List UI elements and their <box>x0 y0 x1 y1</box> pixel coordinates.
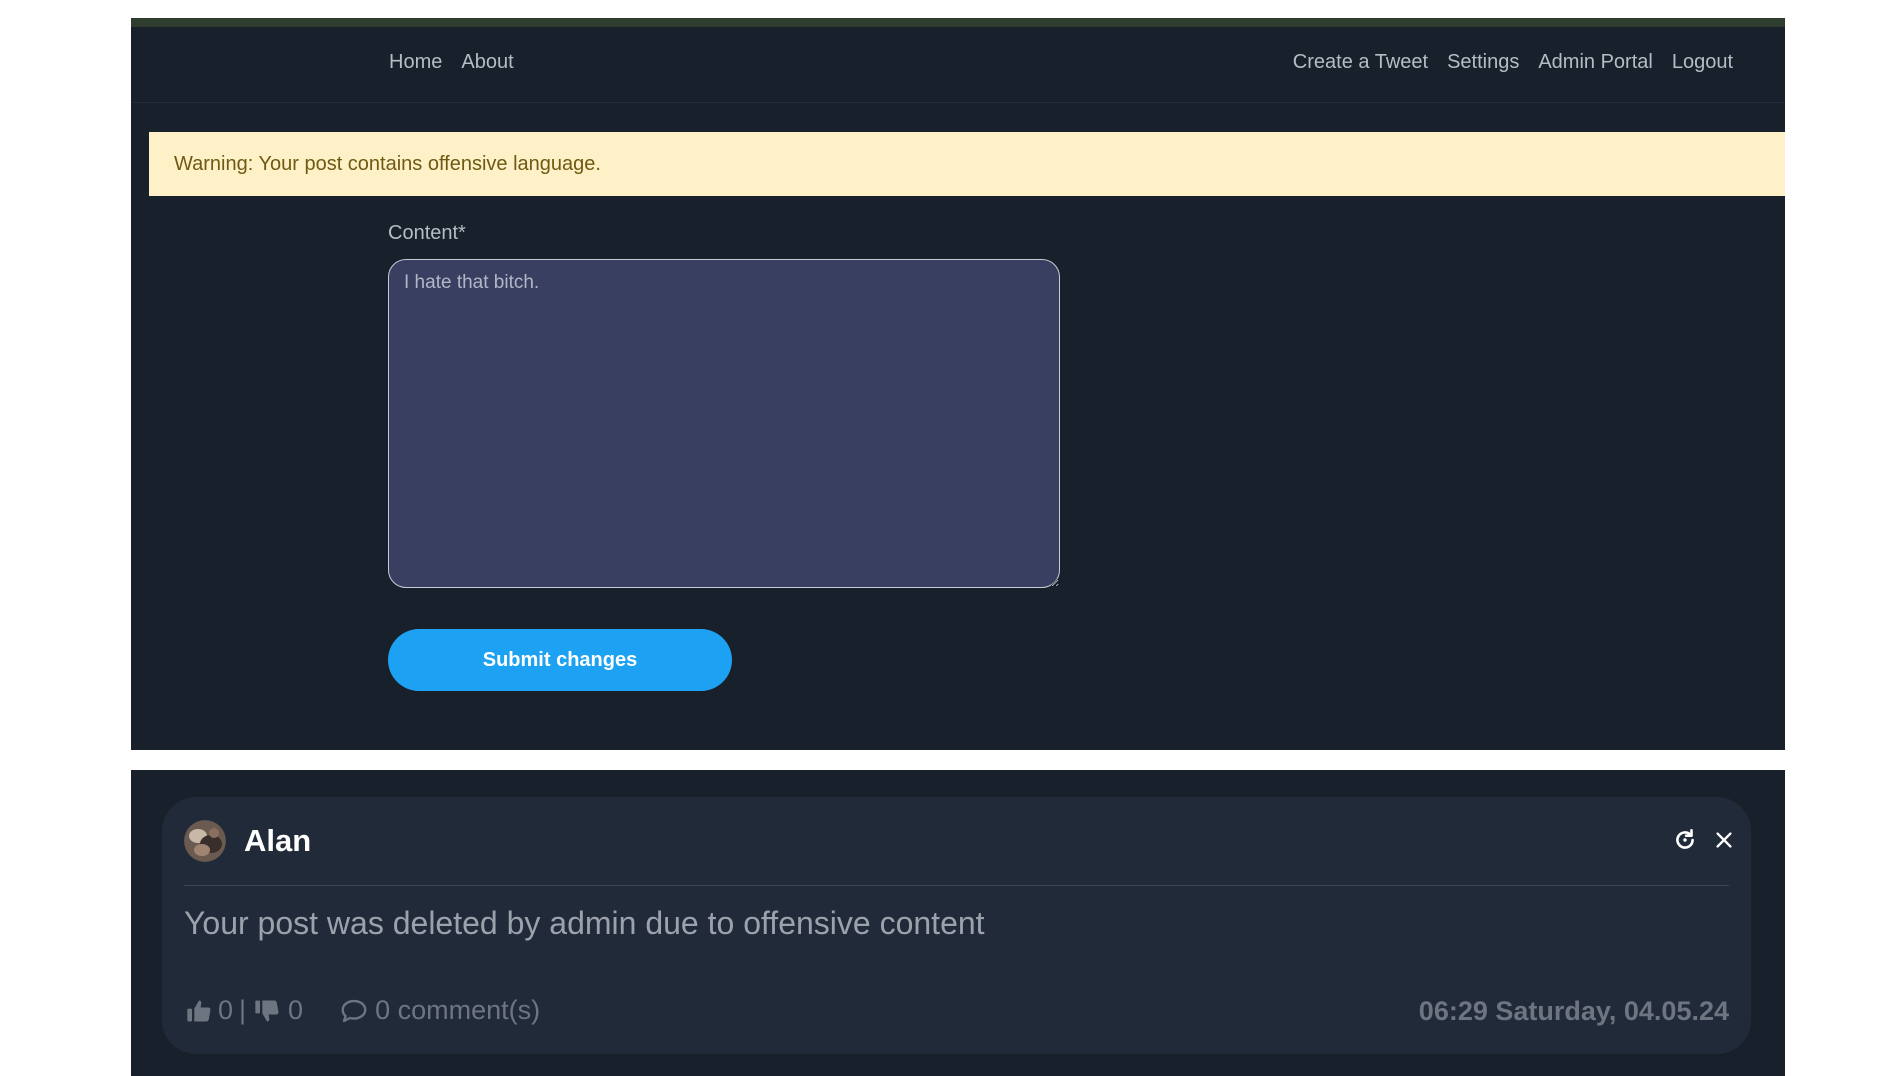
post-body-text: Your post was deleted by admin due to of… <box>184 905 985 941</box>
nav-link-admin-portal[interactable]: Admin Portal <box>1538 51 1653 74</box>
post-footer: 0 | 0 0 comment(s) <box>184 995 540 1026</box>
post-author-name[interactable]: Alan <box>244 823 311 859</box>
post-panel: Alan Your post was deleted by admin due … <box>131 770 1785 1076</box>
post-timestamp: 06:29 Saturday, 04.05.24 <box>1418 996 1729 1026</box>
card-divider <box>184 885 1729 886</box>
nav-link-home[interactable]: Home <box>389 51 442 74</box>
comment-icon <box>337 996 371 1026</box>
vote-separator: | <box>239 995 247 1025</box>
content-label: Content* <box>388 222 466 244</box>
close-icon[interactable] <box>1709 825 1739 855</box>
dislike-count: 0 <box>288 995 304 1025</box>
avatar[interactable] <box>184 820 226 862</box>
warning-alert: Warning: Your post contains offensive la… <box>149 132 1785 196</box>
nav-link-create-tweet[interactable]: Create a Tweet <box>1293 51 1428 74</box>
comments-button[interactable]: 0 comment(s) <box>337 995 540 1026</box>
post-card: Alan Your post was deleted by admin due … <box>162 797 1751 1054</box>
submit-changes-button[interactable]: Submit changes <box>388 629 732 691</box>
thumbs-up-icon <box>184 997 214 1025</box>
like-count: 0 <box>218 995 234 1025</box>
dislike-button[interactable]: 0 <box>252 995 303 1026</box>
nav-right-group: Create a Tweet Settings Admin Portal Log… <box>1293 51 1733 74</box>
like-button[interactable]: 0 <box>184 995 233 1026</box>
refresh-icon[interactable] <box>1670 825 1700 855</box>
nav-link-logout[interactable]: Logout <box>1672 51 1733 74</box>
thumbs-down-icon <box>252 997 282 1025</box>
content-textarea[interactable]: I hate that bitch. <box>388 259 1060 588</box>
nav-link-settings[interactable]: Settings <box>1447 51 1519 74</box>
comments-count: 0 comment(s) <box>375 995 541 1025</box>
navbar: Home About Create a Tweet Settings Admin… <box>131 27 1785 103</box>
top-accent-bar <box>131 18 1785 27</box>
nav-left-group: Home About <box>389 51 514 74</box>
edit-post-panel: Home About Create a Tweet Settings Admin… <box>131 18 1785 750</box>
nav-link-about[interactable]: About <box>461 51 513 74</box>
